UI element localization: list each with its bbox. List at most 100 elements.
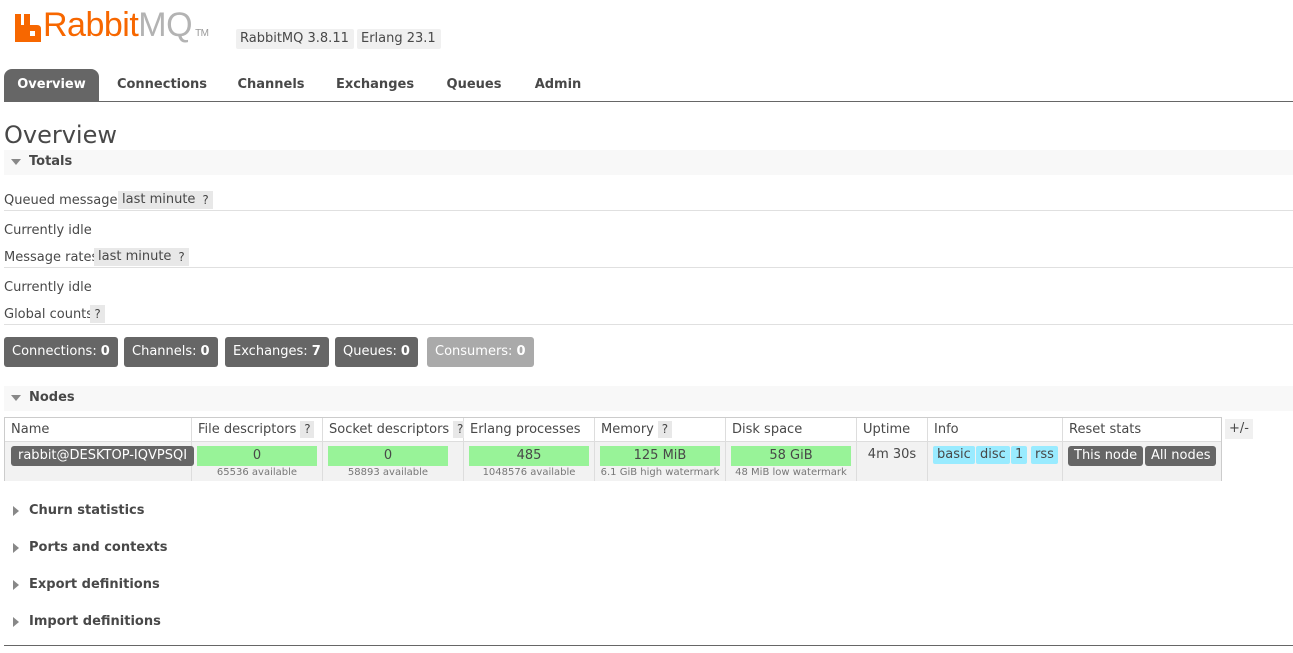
disk-space-watermark: 48 MiB low watermark: [735, 467, 847, 478]
section-label: Ports and contexts: [29, 540, 168, 555]
cell-file-descriptors: 0 65536 available: [192, 442, 323, 481]
column-header-file-descriptors: File descriptors?: [192, 418, 323, 441]
info-tag-basic[interactable]: basic: [933, 446, 975, 464]
tab-queues[interactable]: Queues: [440, 69, 508, 101]
count-label: Queues:: [343, 344, 397, 359]
collapsed-arrow-icon: [13, 617, 19, 627]
nodes-section-header[interactable]: Nodes: [4, 386, 1293, 411]
cell-disk-space: 58 GiB 48 MiB low watermark: [726, 442, 857, 481]
count-label: Exchanges:: [233, 344, 308, 359]
global-counts-help-icon[interactable]: ?: [90, 305, 105, 323]
reset-this-node-button[interactable]: This node: [1068, 446, 1144, 466]
column-header-info: Info: [928, 418, 1063, 441]
column-header-label: Disk space: [732, 422, 803, 437]
column-header-uptime: Uptime: [857, 418, 928, 441]
disk-space-bar: 58 GiB: [731, 446, 851, 466]
ports-and-contexts-section[interactable]: Ports and contexts: [4, 537, 304, 559]
column-header-disk-space: Disk space: [726, 418, 857, 441]
rabbitmq-version-badge: RabbitMQ 3.8.11: [236, 29, 354, 49]
cell-uptime: 4m 30s: [857, 442, 928, 481]
help-icon[interactable]: ?: [657, 421, 672, 438]
tab-channels[interactable]: Channels: [232, 69, 310, 101]
nodes-table: Name File descriptors? Socket descriptor…: [4, 417, 1222, 481]
nodes-label: Nodes: [29, 390, 75, 405]
logo-rabbit-text: Rabbit: [43, 6, 139, 44]
file-descriptors-available: 65536 available: [216, 467, 298, 478]
connections-count-button[interactable]: Connections: 0: [4, 337, 118, 367]
message-rates-range-toggle[interactable]: last minute: [94, 248, 177, 266]
count-label: Connections:: [12, 344, 97, 359]
consumers-count-button[interactable]: Consumers: 0: [427, 337, 534, 367]
column-header-reset-stats: Reset stats: [1063, 418, 1221, 441]
tab-overview[interactable]: Overview: [4, 69, 99, 101]
cell-socket-descriptors: 0 58893 available: [323, 442, 464, 481]
collapsed-arrow-icon: [13, 506, 19, 516]
column-header-label: Reset stats: [1069, 422, 1142, 437]
column-header-label: Info: [934, 422, 959, 437]
count-label: Channels:: [132, 344, 197, 359]
divider: [4, 324, 1293, 325]
info-tag-disc[interactable]: disc: [976, 446, 1010, 464]
message-rates-label: Message rates: [4, 250, 99, 265]
count-value: 0: [400, 344, 410, 359]
info-tag-rss[interactable]: rss: [1031, 446, 1058, 464]
column-header-label: Name: [11, 422, 50, 437]
message-rates-help-icon[interactable]: ?: [174, 248, 189, 266]
memory-watermark: 6.1 GiB high watermark: [600, 467, 720, 478]
help-icon[interactable]: ?: [300, 421, 315, 438]
section-label: Export definitions: [29, 577, 160, 592]
reset-all-nodes-button[interactable]: All nodes: [1145, 446, 1217, 466]
tab-exchanges[interactable]: Exchanges: [330, 69, 420, 101]
page-title: Overview: [4, 121, 117, 149]
file-descriptors-bar: 0: [197, 446, 317, 466]
cell-reset-stats: This node All nodes: [1063, 442, 1221, 481]
socket-descriptors-available: 58893 available: [347, 467, 429, 478]
column-header-erlang-processes: Erlang processes: [464, 418, 595, 441]
count-value: 7: [311, 344, 321, 359]
queued-messages-help-icon[interactable]: ?: [198, 191, 213, 209]
count-value: 0: [100, 344, 110, 359]
section-label: Churn statistics: [29, 503, 145, 518]
collapsed-arrow-icon: [13, 543, 19, 553]
tab-admin[interactable]: Admin: [528, 69, 588, 101]
table-row: rabbit@DESKTOP-IQVPSQI 0 65536 available…: [5, 441, 1221, 481]
erlang-processes-available: 1048576 available: [482, 467, 576, 478]
column-header-label: Uptime: [863, 422, 911, 437]
export-definitions-section[interactable]: Export definitions: [4, 574, 304, 596]
column-header-socket-descriptors: Socket descriptors?: [323, 418, 468, 441]
count-label: Consumers:: [435, 344, 513, 359]
uptime-value: 4m 30s: [867, 447, 917, 462]
churn-statistics-section[interactable]: Churn statistics: [4, 500, 304, 522]
cell-name: rabbit@DESKTOP-IQVPSQI: [5, 442, 195, 481]
rabbit-logo-icon: [15, 14, 41, 42]
cell-erlang-processes: 485 1048576 available: [464, 442, 595, 481]
header: RabbitMQ TM RabbitMQ 3.8.11 Erlang 23.1: [0, 0, 1293, 62]
rates-idle-status: Currently idle: [4, 280, 92, 295]
expanded-arrow-icon: [11, 395, 21, 401]
totals-label: Totals: [29, 154, 73, 169]
queued-idle-status: Currently idle: [4, 223, 92, 238]
logo-tm-text: TM: [195, 28, 209, 39]
main-tabs: Overview Connections Channels Exchanges …: [4, 69, 1293, 102]
column-header-memory: Memory?: [595, 418, 726, 441]
toggle-columns-button[interactable]: +/-: [1225, 419, 1253, 439]
memory-bar: 125 MiB: [600, 446, 720, 466]
collapsed-arrow-icon: [13, 580, 19, 590]
count-value: 0: [516, 344, 526, 359]
info-tag-count[interactable]: 1: [1011, 446, 1028, 464]
queued-messages-range-toggle[interactable]: last minute: [118, 191, 201, 209]
cell-info: basic disc 1 rss: [928, 442, 1063, 481]
column-header-label: Socket descriptors: [329, 422, 450, 437]
node-name-button[interactable]: rabbit@DESKTOP-IQVPSQI: [11, 446, 195, 466]
erlang-processes-bar: 485: [469, 446, 589, 466]
queues-count-button[interactable]: Queues: 0: [335, 337, 418, 367]
exchanges-count-button[interactable]: Exchanges: 7: [225, 337, 329, 367]
tab-connections[interactable]: Connections: [111, 69, 213, 101]
import-definitions-section[interactable]: Import definitions: [4, 611, 304, 633]
section-label: Import definitions: [29, 614, 161, 629]
divider: [4, 267, 1293, 268]
channels-count-button[interactable]: Channels: 0: [124, 337, 218, 367]
totals-section-header[interactable]: Totals: [4, 150, 1293, 175]
queued-messages-label: Queued messages: [4, 193, 125, 208]
divider: [4, 210, 1293, 211]
